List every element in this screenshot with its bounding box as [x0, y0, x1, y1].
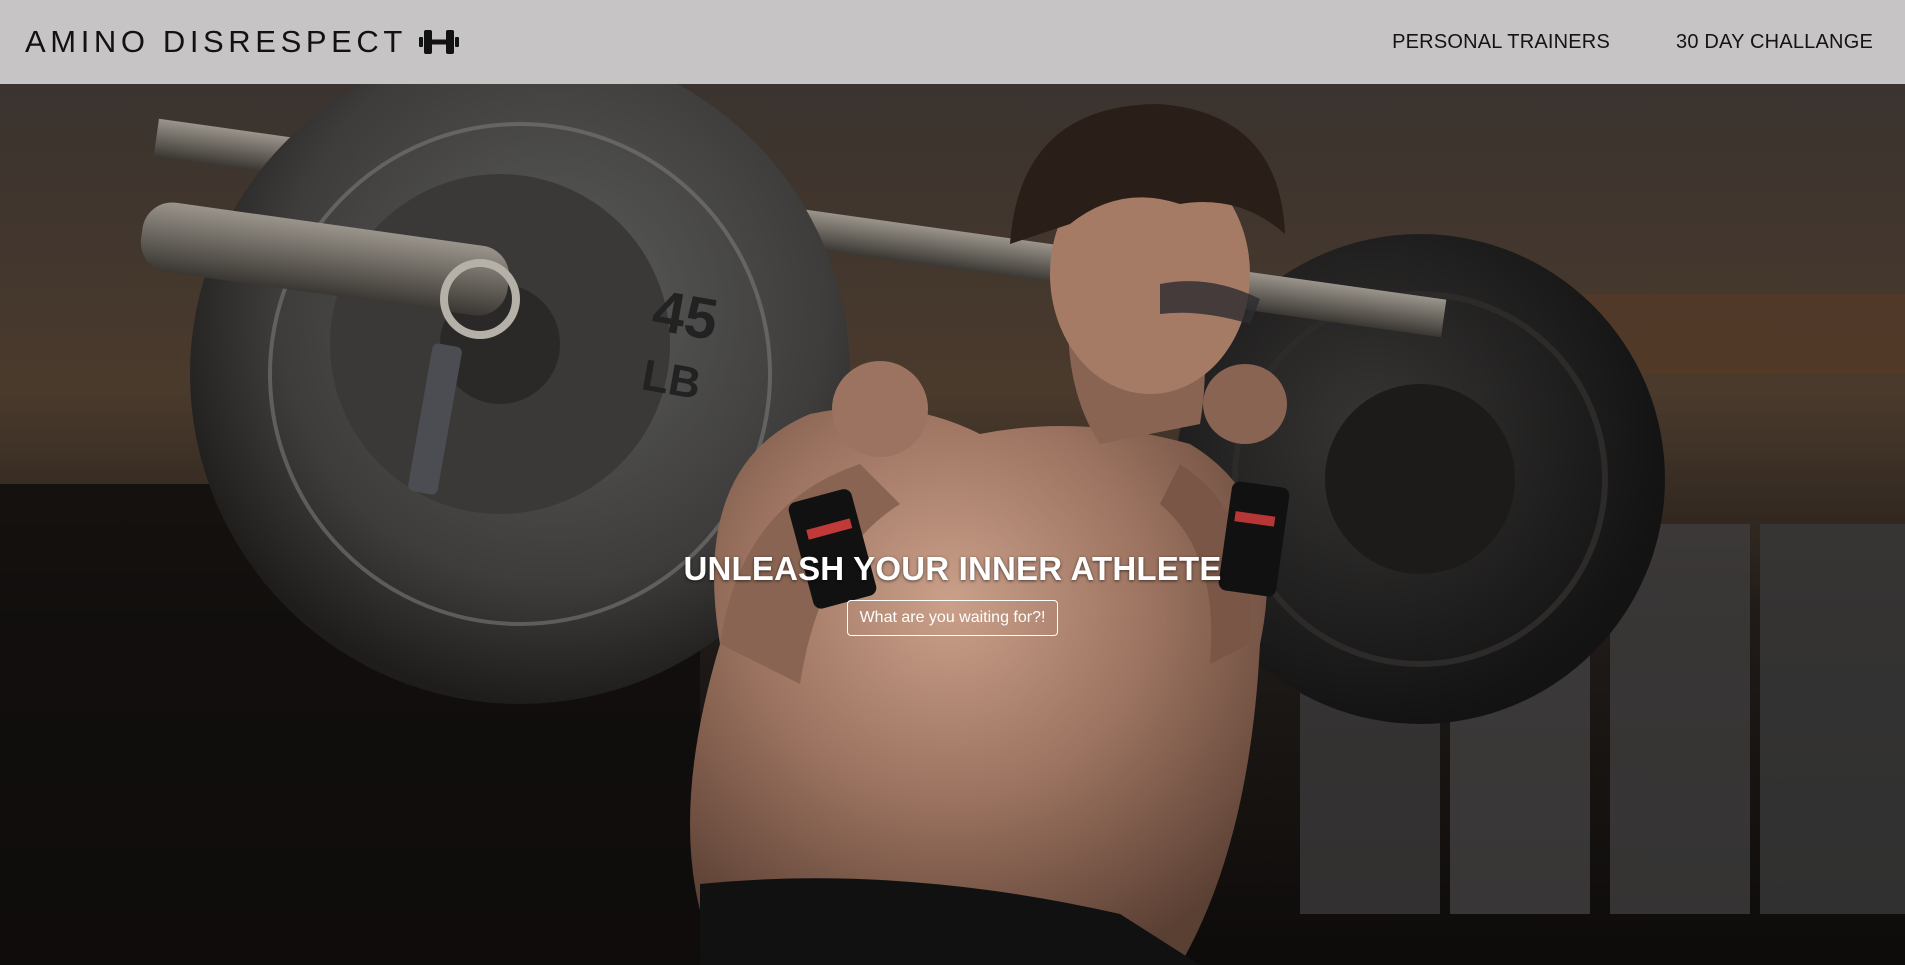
nav-link-30-day-challenge[interactable]: 30 DAY CHALLANGE [1676, 31, 1873, 54]
nav-link-personal-trainers[interactable]: PERSONAL TRAINERS [1392, 31, 1610, 54]
plate-weight-label: 45 [648, 278, 723, 353]
hero-section: 45 LB UNLEASH YOUR INNER ATHLETE What ar… [0, 84, 1905, 965]
top-navbar: AMINO DISRESPECT PERSONAL TRAINERS 30 DA… [0, 0, 1905, 84]
dumbbell-icon [418, 30, 459, 54]
hero-background-image: 45 LB [0, 84, 1905, 965]
brand-name: AMINO DISRESPECT [25, 24, 407, 59]
hero-title: UNLEASH YOUR INNER ATHLETE [683, 550, 1222, 587]
brand-logo-link[interactable]: AMINO DISRESPECT [25, 24, 459, 60]
nav-links: PERSONAL TRAINERS 30 DAY CHALLANGE [1392, 31, 1873, 54]
plate-unit-label: LB [638, 351, 704, 409]
cta-button[interactable]: What are you waiting for?! [846, 600, 1059, 636]
hero-content: UNLEASH YOUR INNER ATHLETE What are you … [0, 550, 1905, 636]
